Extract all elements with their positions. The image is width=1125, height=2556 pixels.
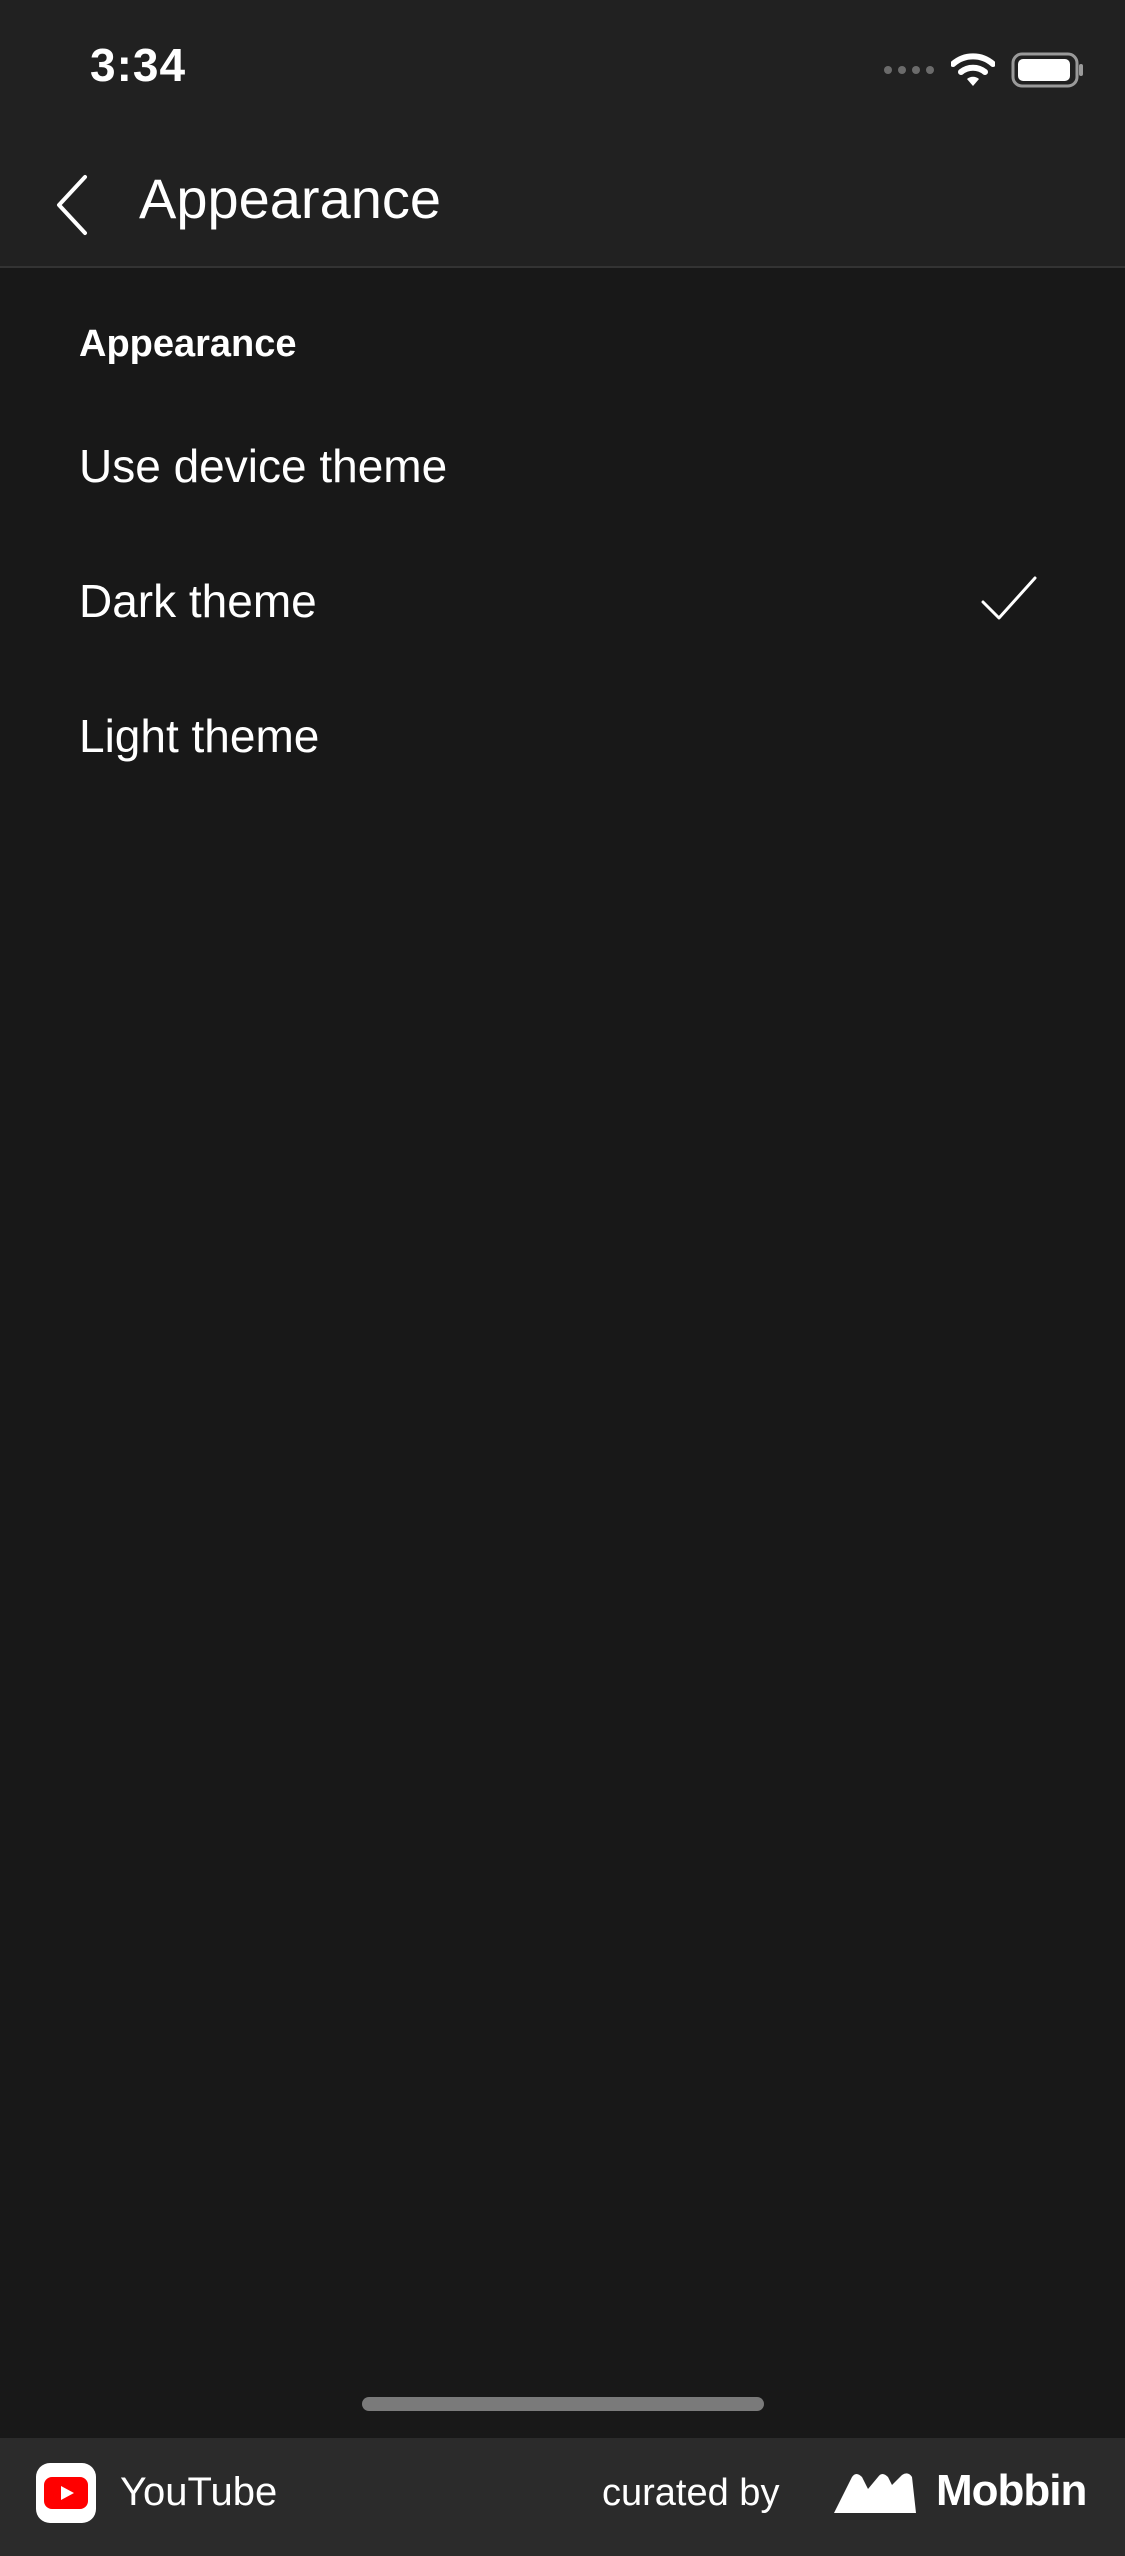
option-label: Light theme	[79, 710, 320, 762]
app-header: Appearance	[0, 140, 1125, 268]
wifi-icon	[951, 53, 995, 86]
section-title: Appearance	[79, 323, 297, 365]
status-icons	[883, 48, 1085, 92]
footer-bar: YouTube curated by Mobbin	[0, 2438, 1125, 2556]
option-light-theme[interactable]: Light theme	[0, 671, 1125, 801]
chevron-left-icon	[57, 175, 87, 235]
option-label: Use device theme	[79, 440, 448, 492]
status-bar: 3:34	[0, 0, 1125, 140]
option-label: Dark theme	[79, 575, 317, 627]
footer-app-name: YouTube	[120, 2470, 278, 2514]
battery-icon	[1011, 52, 1083, 88]
status-time: 3:34	[90, 39, 187, 91]
footer-brand-name: Mobbin	[936, 2466, 1087, 2515]
page-title: Appearance	[139, 167, 442, 230]
back-button[interactable]	[30, 162, 116, 248]
signal-icon	[884, 66, 934, 74]
mobbin-logo-icon	[834, 2473, 916, 2513]
youtube-app-icon	[36, 2463, 96, 2523]
footer-curated-label: curated by	[602, 2472, 780, 2514]
checkmark-icon	[981, 576, 1037, 620]
option-use-device-theme[interactable]: Use device theme	[0, 401, 1125, 531]
home-indicator[interactable]	[362, 2397, 764, 2411]
option-dark-theme[interactable]: Dark theme	[0, 536, 1125, 666]
youtube-logo-icon	[44, 2477, 88, 2509]
